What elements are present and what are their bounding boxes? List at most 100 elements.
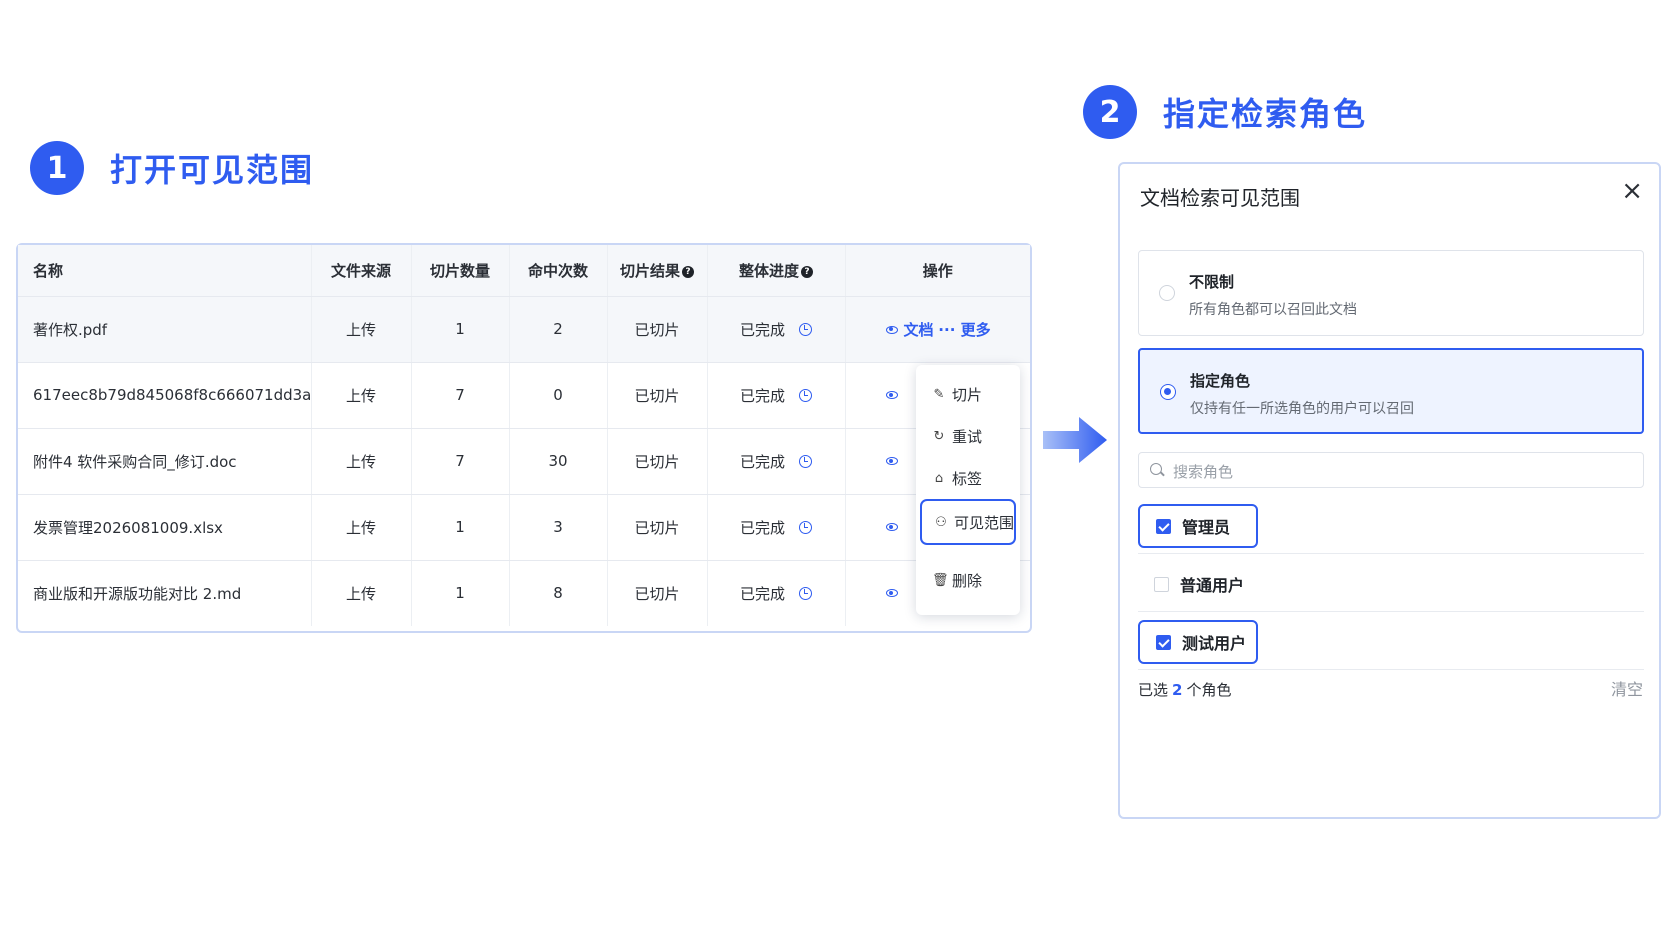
clock-icon[interactable] bbox=[799, 520, 812, 534]
role-item-normal-user: 普通用户 bbox=[1138, 554, 1644, 612]
step-2-heading: 2 指定检索角色 bbox=[1083, 85, 1367, 139]
selection-summary: 已选 2 个角色 bbox=[1138, 681, 1232, 699]
radio-unlimited[interactable] bbox=[1159, 285, 1175, 301]
help-icon[interactable]: ? bbox=[801, 265, 813, 278]
header-progress: 整体进度? bbox=[707, 245, 846, 297]
clock-icon[interactable] bbox=[799, 586, 812, 600]
cell-result: 已切片 bbox=[607, 362, 708, 429]
cell-result: 已切片 bbox=[607, 494, 708, 561]
cell-hits: 8 bbox=[509, 560, 608, 626]
table-row: 商业版和开源版功能对比 2.md 上传 1 8 已切片 已完成 bbox=[18, 560, 1030, 626]
checkbox-checked[interactable] bbox=[1156, 518, 1171, 534]
option-title: 不限制 bbox=[1189, 273, 1235, 291]
option-desc: 仅持有任一所选角色的用户可以召回 bbox=[1190, 401, 1414, 417]
table-row: 著作权.pdf 上传 1 2 已切片 已完成 文档 ··· 更多 bbox=[18, 296, 1030, 363]
search-icon bbox=[1150, 463, 1162, 475]
option-specific-roles[interactable]: 指定角色 仅持有任一所选角色的用户可以召回 bbox=[1138, 348, 1644, 434]
option-unlimited[interactable]: 不限制 所有角色都可以召回此文档 bbox=[1138, 250, 1644, 336]
dialog-title: 文档检索可见范围 bbox=[1140, 186, 1300, 210]
cell-hits: 2 bbox=[509, 296, 608, 363]
menu-item-delete[interactable]: 🗑 删除 bbox=[920, 559, 1016, 601]
cell-name: 附件4 软件采购合同_修订.doc bbox=[18, 428, 312, 495]
eye-icon[interactable] bbox=[885, 457, 898, 465]
cell-slices: 7 bbox=[411, 362, 510, 429]
step-1-number: 1 bbox=[30, 141, 84, 195]
cell-hits: 3 bbox=[509, 494, 608, 561]
cell-name: 著作权.pdf bbox=[18, 296, 312, 363]
cell-progress: 已完成 bbox=[707, 362, 846, 429]
eye-icon[interactable] bbox=[885, 391, 898, 399]
refresh-icon: ↻ bbox=[933, 428, 945, 444]
cell-slices: 7 bbox=[411, 428, 510, 495]
clock-icon[interactable] bbox=[799, 388, 812, 402]
step-1-heading: 1 打开可见范围 bbox=[30, 141, 314, 195]
eye-icon bbox=[885, 325, 898, 334]
menu-item-slice[interactable]: ✎ 切片 bbox=[920, 373, 1016, 415]
menu-item-tag[interactable]: ⌂ 标签 bbox=[920, 457, 1016, 499]
header-actions: 操作 bbox=[845, 245, 1030, 297]
radio-specific-roles[interactable] bbox=[1160, 384, 1176, 400]
cell-name: 发票管理2026081009.xlsx bbox=[18, 494, 312, 561]
checkbox-checked[interactable] bbox=[1156, 634, 1171, 650]
more-actions-dropdown: ✎ 切片 ↻ 重试 ⌂ 标签 ⚇ 可见范围 🗑 删除 bbox=[916, 365, 1020, 615]
pen-icon: ✎ bbox=[933, 386, 945, 402]
cell-progress: 已完成 bbox=[707, 296, 846, 363]
trash-icon: 🗑 bbox=[932, 572, 949, 588]
cell-slices: 1 bbox=[411, 296, 510, 363]
document-table-card: 名称 文件来源 切片数量 命中次数 切片结果? 整体进度? 操作 著作权.pdf… bbox=[16, 243, 1032, 633]
clock-icon[interactable] bbox=[799, 322, 812, 336]
cell-progress: 已完成 bbox=[707, 428, 846, 495]
cell-name: 617eec8b79d845068f8c666071dd3abf.doc bbox=[18, 362, 312, 429]
table-row: 617eec8b79d845068f8c666071dd3abf.doc 上传 … bbox=[18, 362, 1030, 429]
eye-icon[interactable] bbox=[885, 523, 898, 531]
cell-hits: 0 bbox=[509, 362, 608, 429]
table-header-row: 名称 文件来源 切片数量 命中次数 切片结果? 整体进度? 操作 bbox=[18, 245, 1030, 297]
cell-result: 已切片 bbox=[607, 296, 708, 363]
option-desc: 所有角色都可以召回此文档 bbox=[1189, 302, 1357, 318]
cell-result: 已切片 bbox=[607, 560, 708, 626]
help-icon[interactable]: ? bbox=[682, 265, 694, 278]
arrow-right-icon bbox=[1043, 417, 1107, 463]
more-actions-button[interactable]: ··· 更多 bbox=[938, 321, 990, 339]
cell-actions: 文档 ··· 更多 bbox=[845, 296, 1030, 363]
cell-source: 上传 bbox=[311, 362, 412, 429]
role-label: 测试用户 bbox=[1182, 634, 1247, 653]
eye-icon[interactable] bbox=[885, 589, 898, 598]
step-2-title: 指定检索角色 bbox=[1163, 95, 1368, 133]
header-slices: 切片数量 bbox=[411, 245, 510, 297]
table-row: 发票管理2026081009.xlsx 上传 1 3 已切片 已完成 bbox=[18, 494, 1030, 561]
cell-slices: 1 bbox=[411, 494, 510, 561]
close-icon[interactable]: × bbox=[1621, 178, 1643, 204]
role-search-input[interactable]: 搜索角色 bbox=[1138, 452, 1644, 488]
clear-button[interactable]: 清空 bbox=[1611, 676, 1643, 700]
menu-item-retry[interactable]: ↻ 重试 bbox=[920, 415, 1016, 457]
checkbox-unchecked[interactable] bbox=[1154, 576, 1169, 592]
step-1-title: 打开可见范围 bbox=[110, 151, 315, 189]
role-checkbox-row[interactable]: 测试用户 bbox=[1138, 620, 1258, 664]
user-icon: ⚇ bbox=[935, 514, 947, 530]
selected-count: 2 bbox=[1172, 681, 1183, 699]
step-2-number: 2 bbox=[1083, 85, 1137, 139]
cell-name: 商业版和开源版功能对比 2.md bbox=[18, 560, 312, 626]
clock-icon[interactable] bbox=[799, 454, 812, 468]
header-name: 名称 bbox=[18, 245, 312, 297]
role-item-test-user: 测试用户 bbox=[1138, 612, 1644, 670]
cell-source: 上传 bbox=[311, 428, 412, 495]
table-row: 附件4 软件采购合同_修订.doc 上传 7 30 已切片 已完成 bbox=[18, 428, 1030, 495]
role-label: 管理员 bbox=[1182, 518, 1231, 537]
visibility-dialog: 文档检索可见范围 × 不限制 所有角色都可以召回此文档 指定角色 仅持有任一所选… bbox=[1118, 162, 1661, 819]
role-label: 普通用户 bbox=[1180, 576, 1245, 595]
role-item-admin: 管理员 bbox=[1138, 496, 1644, 554]
view-document-link[interactable]: 文档 bbox=[885, 321, 934, 339]
role-checkbox-row[interactable]: 普通用户 bbox=[1138, 562, 1258, 606]
menu-item-visibility[interactable]: ⚇ 可见范围 bbox=[920, 499, 1016, 545]
option-title: 指定角色 bbox=[1190, 372, 1251, 390]
role-checkbox-row[interactable]: 管理员 bbox=[1138, 504, 1258, 548]
header-hits: 命中次数 bbox=[509, 245, 608, 297]
document-table: 名称 文件来源 切片数量 命中次数 切片结果? 整体进度? 操作 著作权.pdf… bbox=[18, 245, 1030, 626]
cell-slices: 1 bbox=[411, 560, 510, 626]
cell-source: 上传 bbox=[311, 296, 412, 363]
cell-progress: 已完成 bbox=[707, 560, 846, 626]
header-source: 文件来源 bbox=[311, 245, 412, 297]
cell-source: 上传 bbox=[311, 560, 412, 626]
